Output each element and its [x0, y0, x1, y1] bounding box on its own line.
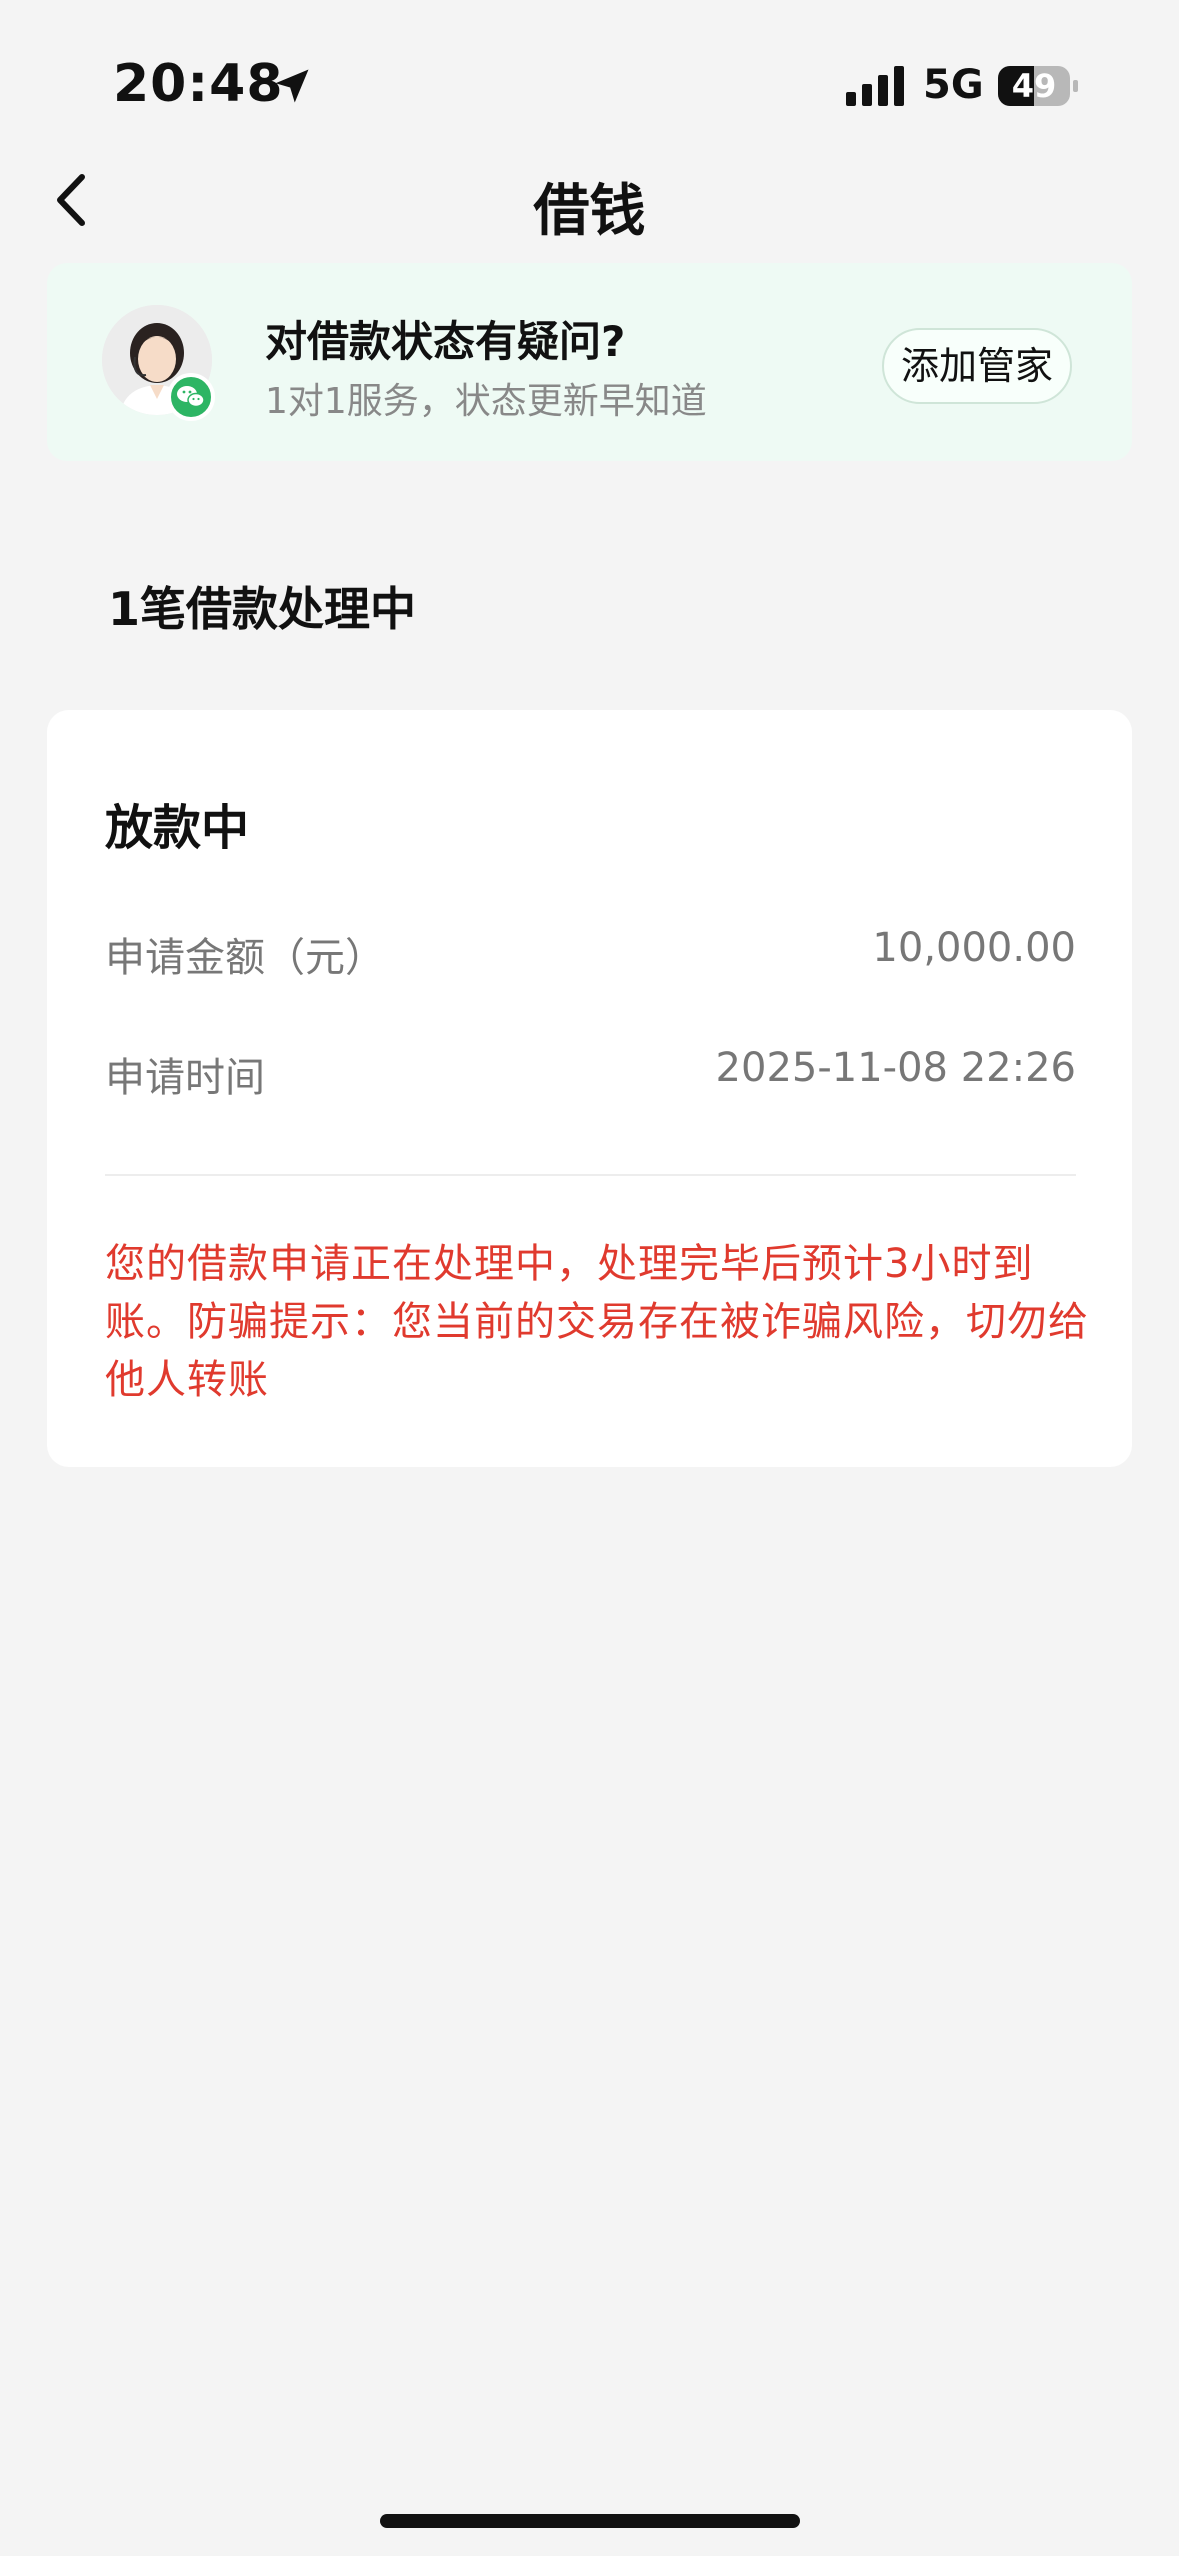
signal-icon: [846, 66, 904, 106]
loan-status: 放款中: [105, 800, 250, 856]
divider: [105, 1174, 1076, 1176]
loan-card[interactable]: 放款中 申请金额（元） 10,000.00 申请时间 2025-11-08 22…: [47, 710, 1132, 1467]
service-banner: 对借款状态有疑问? 1对1服务，状态更新早知道 添加管家: [47, 263, 1132, 461]
status-bar: 20:48 5G 49: [0, 0, 1179, 150]
wechat-glyph: [177, 386, 205, 408]
banner-subtitle: 1对1服务，状态更新早知道: [265, 381, 707, 422]
section-title: 1笔借款处理中: [108, 582, 417, 636]
wechat-icon: [167, 373, 215, 421]
home-indicator[interactable]: [380, 2514, 800, 2528]
location-arrow-icon: [275, 69, 309, 103]
page-title: 借钱: [533, 179, 646, 244]
battery-level: 49: [1011, 67, 1057, 105]
banner-title: 对借款状态有疑问?: [265, 317, 626, 366]
status-time: 20:48: [113, 54, 284, 114]
nav-bar: 借钱: [0, 150, 1179, 250]
apply-time-value: 2025-11-08 22:26: [715, 1045, 1076, 1091]
apply-time-label: 申请时间: [105, 1055, 265, 1101]
fraud-warning-notice: 您的借款申请正在处理中，处理完毕后预计3小时到账。防骗提示：您当前的交易存在被诈…: [105, 1241, 1089, 1403]
amount-label: 申请金额（元）: [105, 935, 385, 981]
screen: 20:48 5G 49 借钱 对借款状态有疑问? 1对1服务，状态更新早知道 添…: [0, 0, 1179, 2556]
network-type: 5G: [923, 62, 984, 108]
add-butler-button[interactable]: 添加管家: [882, 328, 1072, 404]
amount-value: 10,000.00: [872, 925, 1076, 971]
